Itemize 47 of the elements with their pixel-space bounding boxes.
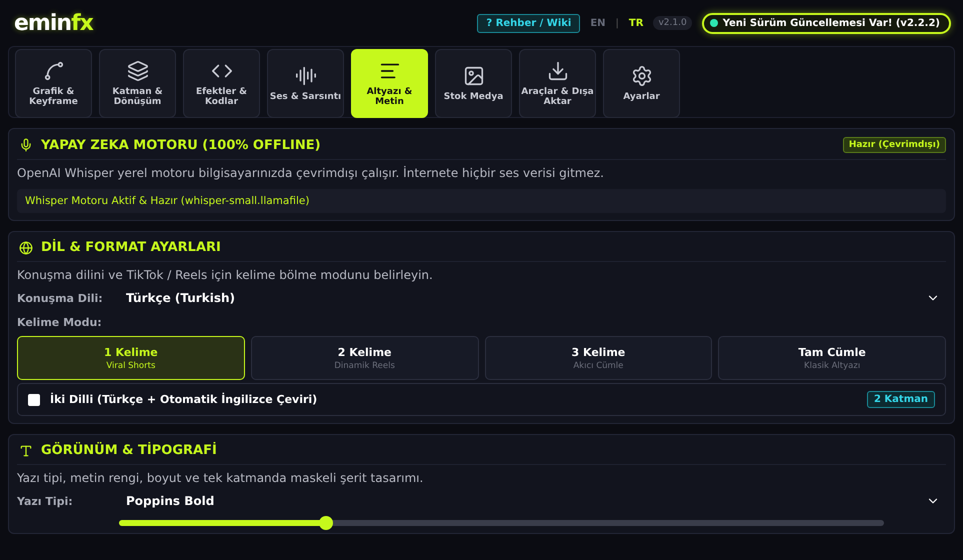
curve-icon bbox=[42, 60, 64, 82]
update-text: Yeni Sürüm Güncellemesi Var! (v2.2.2) bbox=[722, 18, 940, 28]
tab[interactable]: Efektler & Kodlar bbox=[183, 49, 260, 118]
image-icon bbox=[462, 64, 484, 87]
mode-option[interactable]: 1 Kelime Viral Shorts bbox=[17, 336, 245, 380]
layers-icon bbox=[126, 60, 148, 82]
update-badge[interactable]: Yeni Sürüm Güncellemesi Var! (v2.2.2) bbox=[702, 12, 951, 34]
tab[interactable]: Stok Medya bbox=[435, 49, 512, 118]
section-title: DİL & FORMAT AYARLARI bbox=[41, 240, 222, 255]
checkbox-label: İki Dilli (Türkçe + Otomatik İngilizce Çeviri) bbox=[50, 393, 318, 406]
tab[interactable]: Araçlar & Dışa Aktar bbox=[519, 49, 596, 118]
mode-option[interactable]: 3 Kelime Akıcı Cümle bbox=[484, 336, 712, 380]
checkbox[interactable] bbox=[28, 394, 40, 406]
language-select[interactable]: Türkçe (Turkish) bbox=[126, 291, 946, 305]
text-icon bbox=[19, 444, 33, 458]
section-title: YAPAY ZEKA MOTORU (100% OFFLINE) bbox=[41, 138, 322, 152]
globe-icon bbox=[19, 240, 33, 254]
field-label: Kelime Modu: bbox=[17, 316, 102, 329]
status-badge: Hazır (Çevrimdışı) bbox=[842, 137, 946, 153]
section-description: Konuşma dilini ve TikTok / Reels için kelime bölme modunu belirleyin. bbox=[17, 268, 434, 282]
settings-icon bbox=[630, 64, 652, 87]
tab[interactable]: Altyazı & Metin bbox=[351, 49, 428, 118]
section-description: OpenAI Whisper yerel motoru bilgisayarınızda çevrimdışı çalışır. İnternete hiçbir ses verisi gitmez. bbox=[17, 166, 605, 180]
tab[interactable]: Ayarlar bbox=[603, 49, 680, 118]
tab[interactable]: Grafik & Keyframe bbox=[15, 49, 92, 118]
field-label: Konuşma Dili: bbox=[17, 292, 104, 304]
language-option[interactable]: TR bbox=[628, 18, 644, 28]
status-dot-icon bbox=[710, 19, 718, 27]
slider-thumb[interactable] bbox=[318, 516, 333, 530]
logo: eminfx bbox=[14, 10, 94, 36]
field-label: Yazı Tipi: bbox=[17, 494, 74, 508]
layer-count-badge: 2 Katman bbox=[866, 391, 935, 408]
tab[interactable]: Ses & Sarsıntı bbox=[267, 49, 344, 118]
font-select[interactable]: Poppins Bold bbox=[126, 494, 946, 508]
mode-option[interactable]: Tam Cümle Klasik Altyazı bbox=[718, 336, 946, 380]
engine-status: Whisper Motoru Aktif & Hazır (whisper-small.llamafile) bbox=[17, 189, 946, 213]
language-option[interactable]: EN bbox=[590, 18, 606, 28]
separator: | bbox=[616, 18, 619, 28]
help-link[interactable]: ? Rehber / Wiki bbox=[477, 14, 580, 32]
microphone-icon bbox=[19, 138, 33, 152]
mode-option[interactable]: 2 Kelime Dinamik Reels bbox=[250, 336, 478, 380]
section-description: Yazı tipi, metin rengi, boyut ve tek katmanda maskeli şerit tasarımı. bbox=[17, 471, 424, 485]
section-title: GÖRÜNÜM & TİPOGRAFİ bbox=[41, 443, 218, 458]
download-icon bbox=[546, 60, 568, 82]
waveform-icon bbox=[294, 64, 316, 87]
version-badge: v2.1.0 bbox=[653, 16, 692, 30]
tab[interactable]: Katman & Dönüşüm bbox=[99, 49, 176, 118]
